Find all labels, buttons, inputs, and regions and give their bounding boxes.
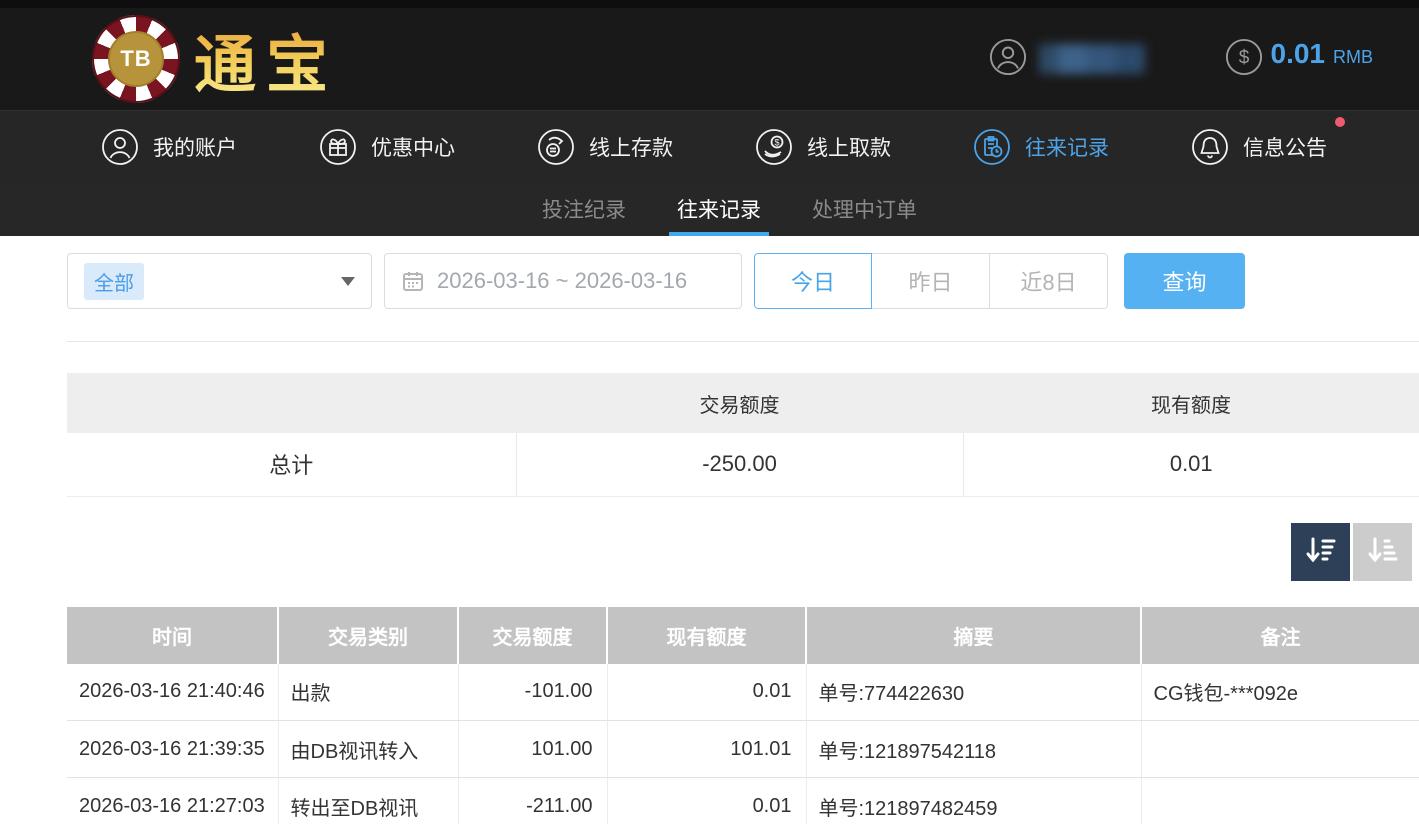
- record-cell: CG钱包-***092e: [1141, 664, 1419, 721]
- subtab-1[interactable]: 投注纪录: [540, 182, 628, 236]
- summary-col-empty: [67, 373, 516, 433]
- header-right: $ 0.01 RMB: [989, 38, 1374, 81]
- gift-icon: [318, 127, 358, 167]
- divider: [67, 341, 1419, 342]
- quick-range-group: 今日昨日近8日: [754, 253, 1108, 309]
- sort-ascending-icon: [1366, 533, 1400, 570]
- brand-logo[interactable]: TB 通宝: [92, 14, 338, 104]
- chevron-down-icon: [341, 277, 355, 286]
- summary-col-transaction-amount: 交易额度: [516, 373, 963, 433]
- user-icon: [100, 127, 140, 167]
- top-header: TB 通宝 $ 0.01 RMB: [0, 0, 1419, 110]
- nav-item-label: 线上取款: [807, 132, 891, 162]
- records-col-6: 备注: [1141, 607, 1419, 664]
- nav-item-label: 信息公告: [1243, 132, 1327, 162]
- quick-range-1[interactable]: 今日: [754, 253, 872, 309]
- notification-dot: [1335, 117, 1345, 127]
- nav-item-label: 往来记录: [1025, 132, 1109, 162]
- svg-text:$: $: [774, 137, 779, 147]
- summary-total-current-balance: 0.01: [963, 433, 1419, 496]
- summary-total-label: 总计: [67, 433, 516, 496]
- table-row: 2026-03-16 21:40:46出款-101.000.01单号:77442…: [67, 664, 1419, 721]
- records-col-2: 交易类别: [278, 607, 458, 664]
- table-row: 2026-03-16 21:39:35由DB视讯转入101.00101.01单号…: [67, 721, 1419, 778]
- records-col-5: 摘要: [806, 607, 1141, 664]
- filter-row: 全部 2026-03-16 ~ 2026-03-16 今日昨日近8日 查询: [67, 253, 1419, 309]
- summary-header-row: 交易额度 现有额度: [67, 373, 1419, 433]
- record-cell: 101.01: [607, 721, 806, 778]
- nav-item-label: 我的账户: [153, 132, 237, 162]
- nav-item-label: 线上存款: [589, 132, 673, 162]
- record-cell: 由DB视讯转入: [278, 721, 458, 778]
- balance-amount: 0.01: [1271, 38, 1326, 70]
- record-cell: -101.00: [458, 664, 607, 721]
- records-icon: [972, 127, 1012, 167]
- nav-item-deposit[interactable]: 线上存款: [536, 127, 673, 167]
- wallet-balance[interactable]: $ 0.01 RMB: [1225, 38, 1374, 81]
- record-cell: 2026-03-16 21:27:03: [67, 778, 278, 824]
- nav-item-records[interactable]: 往来记录: [972, 127, 1109, 167]
- username-blurred: [1039, 44, 1145, 74]
- query-button[interactable]: 查询: [1124, 253, 1245, 309]
- brand-name: 通宝: [194, 14, 338, 104]
- records-col-1: 时间: [67, 607, 278, 664]
- sort-ascending-button[interactable]: [1353, 523, 1412, 581]
- nav-item-withdraw[interactable]: $ 线上取款: [754, 127, 891, 167]
- records-table: 时间交易类别交易额度现有额度摘要备注 2026-03-16 21:40:46出款…: [67, 607, 1419, 824]
- nav-item-bell[interactable]: 信息公告: [1190, 127, 1327, 167]
- record-cell: -211.00: [458, 778, 607, 824]
- record-cell: 101.00: [458, 721, 607, 778]
- record-cell: 2026-03-16 21:39:35: [67, 721, 278, 778]
- sort-descending-icon: [1304, 533, 1338, 570]
- records-header-row: 时间交易类别交易额度现有额度摘要备注: [67, 607, 1419, 664]
- poker-chip-logo-icon: TB: [92, 15, 180, 103]
- subtab-3[interactable]: 处理中订单: [810, 182, 919, 236]
- main-nav: 我的账户 优惠中心 线上存款 $ 线上取款 往来记录 信息公告: [0, 110, 1419, 182]
- quick-range-3[interactable]: 近8日: [990, 253, 1108, 309]
- calendar-icon: [401, 269, 425, 293]
- transaction-type-select[interactable]: 全部: [67, 253, 372, 309]
- nav-item-label: 优惠中心: [371, 132, 455, 162]
- record-cell: 单号:774422630: [806, 664, 1141, 721]
- record-cell: [1141, 721, 1419, 778]
- table-row: 2026-03-16 21:27:03转出至DB视讯-211.000.01单号:…: [67, 778, 1419, 824]
- record-cell: 0.01: [607, 664, 806, 721]
- record-cell: 转出至DB视讯: [278, 778, 458, 824]
- date-range-input[interactable]: 2026-03-16 ~ 2026-03-16: [384, 253, 742, 309]
- user-account[interactable]: [989, 38, 1145, 81]
- sort-controls: [0, 523, 1412, 581]
- summary-table: 交易额度 现有额度 总计 -250.00 0.01: [67, 373, 1419, 497]
- dollar-coin-icon: $: [1225, 38, 1263, 81]
- subtab-bar: 投注纪录往来记录处理中订单: [0, 182, 1419, 236]
- svg-text:$: $: [1238, 47, 1249, 68]
- sort-descending-button[interactable]: [1291, 523, 1350, 581]
- balance-currency: RMB: [1333, 47, 1373, 68]
- record-cell: 单号:121897482459: [806, 778, 1141, 824]
- date-range-value: 2026-03-16 ~ 2026-03-16: [437, 268, 687, 294]
- quick-range-2[interactable]: 昨日: [872, 253, 990, 309]
- summary-total-row: 总计 -250.00 0.01: [67, 433, 1419, 496]
- record-cell: 0.01: [607, 778, 806, 824]
- records-col-3: 交易额度: [458, 607, 607, 664]
- chip-monogram: TB: [108, 31, 164, 87]
- subtab-2[interactable]: 往来记录: [675, 182, 763, 236]
- bell-icon: [1190, 127, 1230, 167]
- nav-item-user[interactable]: 我的账户: [100, 127, 237, 167]
- nav-item-gift[interactable]: 优惠中心: [318, 127, 455, 167]
- record-cell: 出款: [278, 664, 458, 721]
- user-avatar-icon: [989, 38, 1027, 81]
- summary-col-current-balance: 现有额度: [963, 373, 1419, 433]
- summary-total-transaction-amount: -250.00: [516, 433, 963, 496]
- record-cell: 2026-03-16 21:40:46: [67, 664, 278, 721]
- selected-type-chip: 全部: [84, 263, 144, 300]
- records-col-4: 现有额度: [607, 607, 806, 664]
- deposit-icon: [536, 127, 576, 167]
- withdraw-icon: $: [754, 127, 794, 167]
- record-cell: [1141, 778, 1419, 824]
- record-cell: 单号:121897542118: [806, 721, 1141, 778]
